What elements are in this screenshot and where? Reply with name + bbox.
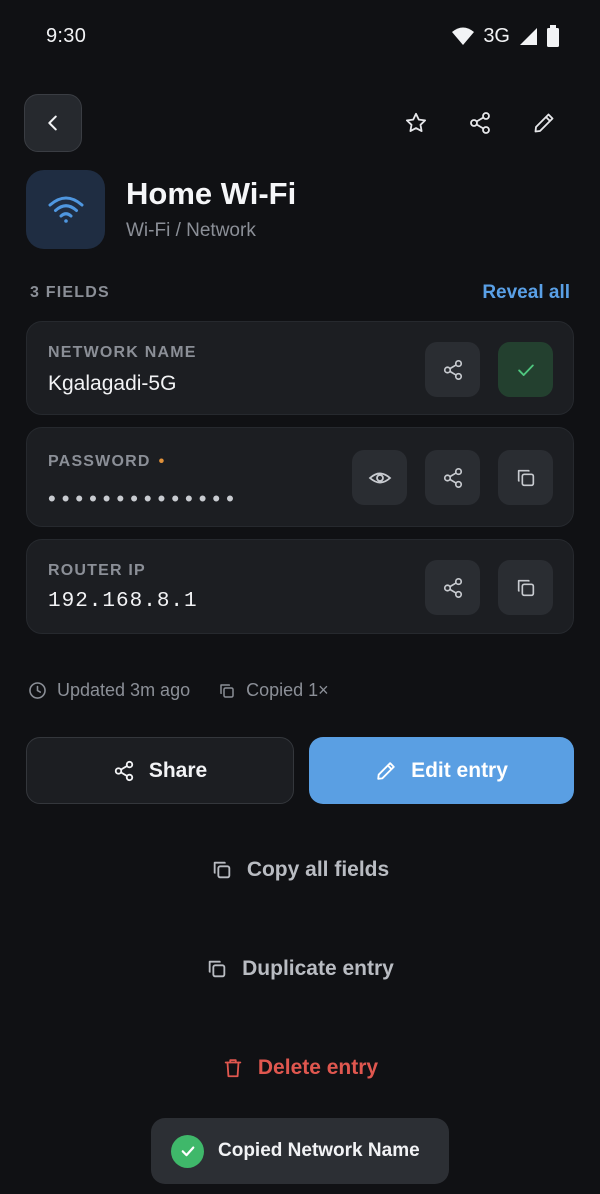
- edit-top-button[interactable]: [512, 94, 576, 152]
- reveal-password-button[interactable]: [352, 450, 407, 505]
- battery-icon: [547, 25, 559, 47]
- success-check-icon: [171, 1134, 204, 1168]
- delete-label: Delete entry: [257, 1056, 379, 1079]
- share-icon: [114, 760, 133, 781]
- updated-meta: Updated 3m ago: [28, 680, 190, 701]
- back-button[interactable]: [24, 94, 82, 152]
- share-top-button[interactable]: [448, 94, 512, 152]
- field-network-name: NETWORK NAME Kgalagadi-5G: [26, 321, 574, 415]
- copy-field-button[interactable]: [498, 560, 553, 615]
- copy-all-fields-button[interactable]: Copy all fields: [0, 850, 600, 890]
- fields-header: 3 FIELDS Reveal all: [30, 282, 570, 306]
- toast-message: Copied Network Name: [218, 1140, 420, 1161]
- share-button[interactable]: Share: [26, 737, 294, 804]
- pencil-icon: [377, 761, 395, 780]
- copied-toast: Copied Network Name: [151, 1118, 449, 1184]
- entry-header: Home Wi-Fi Wi-Fi / Network: [26, 170, 574, 250]
- share-icon: [443, 467, 462, 488]
- eye-icon: [368, 472, 391, 483]
- share-icon: [470, 112, 490, 134]
- copied-meta: Copied 1×: [218, 680, 329, 701]
- copy-icon: [517, 469, 534, 486]
- status-bar: 9:30 3G: [0, 0, 600, 72]
- field-label: ROUTER IP: [48, 562, 146, 579]
- field-label: NETWORK NAME: [48, 344, 197, 361]
- copy-field-button[interactable]: [498, 450, 553, 505]
- entry-icon: [26, 170, 105, 249]
- meta-row: Updated 3m ago Copied 1×: [28, 680, 329, 701]
- trash-icon: [224, 1059, 242, 1078]
- status-icons: 3G: [451, 25, 560, 48]
- duplicate-label: Duplicate entry: [242, 957, 394, 980]
- share-field-button[interactable]: [425, 560, 480, 615]
- field-actions: [425, 342, 553, 397]
- copy-all-label: Copy all fields: [246, 858, 390, 881]
- delete-entry-button[interactable]: Delete entry: [0, 1048, 600, 1088]
- wifi-status-icon: [452, 27, 475, 45]
- duplicate-entry-button[interactable]: Duplicate entry: [0, 949, 600, 989]
- field-label: PASSWORD •: [48, 453, 165, 471]
- field-actions: [352, 450, 553, 505]
- field-value[interactable]: Kgalagadi-5G: [48, 372, 176, 396]
- field-value[interactable]: 192.168.8.1: [48, 590, 198, 613]
- top-actions: [384, 94, 576, 152]
- favorite-button[interactable]: [384, 94, 448, 152]
- duplicate-icon: [208, 960, 226, 978]
- reveal-all-link[interactable]: Reveal all: [482, 282, 570, 304]
- star-icon: [406, 112, 426, 132]
- share-button-label: Share: [148, 758, 208, 782]
- share-icon: [443, 577, 462, 598]
- entry-title: Home Wi-Fi: [126, 176, 297, 211]
- field-actions: [425, 560, 553, 615]
- copied-field-button[interactable]: [498, 342, 553, 397]
- wifi-icon: [48, 196, 83, 223]
- copy-icon: [517, 579, 534, 596]
- copy-icon: [220, 683, 234, 698]
- edit-entry-button[interactable]: Edit entry: [309, 737, 574, 804]
- copy-icon: [213, 861, 231, 879]
- entry-subtitle: Wi-Fi / Network: [126, 220, 256, 241]
- share-field-button[interactable]: [425, 342, 480, 397]
- check-icon: [517, 364, 534, 376]
- network-type-label: 3G: [483, 24, 510, 47]
- status-time: 9:30: [46, 24, 87, 47]
- top-bar: [24, 94, 576, 152]
- password-masked-value[interactable]: ••••••••••••••: [48, 486, 240, 512]
- required-marker: •: [158, 453, 166, 470]
- fields-count: 3 FIELDS: [30, 284, 110, 301]
- cell-signal-icon: [520, 28, 537, 45]
- field-router-ip: ROUTER IP 192.168.8.1: [26, 539, 574, 634]
- chevron-left-icon: [48, 115, 57, 131]
- primary-buttons: Share Edit entry: [26, 737, 574, 804]
- clock-icon: [29, 682, 46, 699]
- field-password: PASSWORD • ••••••••••••••: [26, 427, 574, 527]
- share-icon: [443, 359, 462, 380]
- updated-text: Updated 3m ago: [57, 680, 191, 700]
- copied-count-text: Copied 1×: [246, 680, 329, 700]
- share-field-button[interactable]: [425, 450, 480, 505]
- field-label-text: PASSWORD: [48, 453, 151, 470]
- edit-entry-label: Edit entry: [411, 758, 508, 782]
- pencil-icon: [534, 113, 554, 133]
